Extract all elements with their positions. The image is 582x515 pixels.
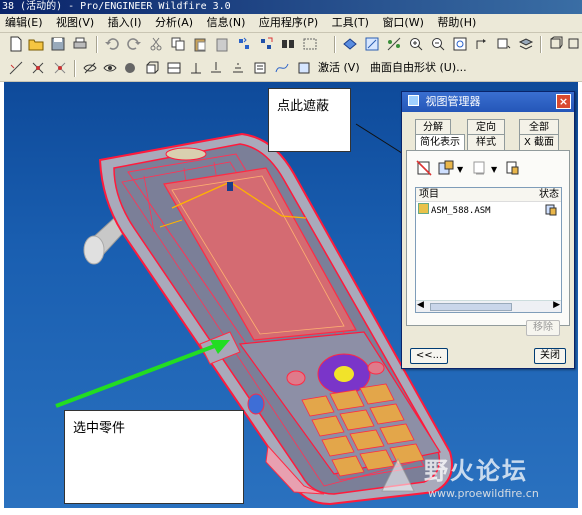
datum-plane-icon[interactable] — [8, 60, 24, 76]
shaded-icon[interactable] — [122, 60, 138, 76]
back-button[interactable]: <<... — [410, 348, 448, 364]
sketch-icon[interactable] — [364, 36, 380, 52]
column-item: 项目 — [419, 189, 439, 200]
regen-manager-icon[interactable] — [258, 36, 274, 52]
zoom-in-icon[interactable] — [408, 36, 424, 52]
blend-tool-label[interactable]: 激活 (V) — [318, 61, 360, 75]
tab-explode[interactable]: 分解 — [415, 119, 451, 135]
tab-simplified-rep[interactable]: 简化表示 — [415, 134, 465, 151]
paste-icon[interactable] — [192, 36, 208, 52]
view-manager-dialog: 视图管理器 × 分解 定向 全部 简化表示 样式 X 截面 ▼ ▼ 项目 状态 … — [401, 91, 575, 369]
menu-insert[interactable]: 插入(I) — [103, 14, 147, 32]
status-icon — [545, 204, 557, 216]
secondary-toolbar: 激活 (V) 曲面自由形状 (U)... — [0, 57, 582, 82]
scroll-thumb[interactable] — [430, 303, 512, 311]
axis-display-icon[interactable] — [188, 60, 204, 76]
new-rep-icon[interactable] — [415, 159, 433, 177]
menu-applications[interactable]: 应用程序(P) — [254, 14, 323, 32]
wireframe-icon[interactable] — [548, 36, 564, 52]
watermark-url: www.proewildfire.cn — [428, 487, 539, 500]
layers-icon[interactable] — [518, 36, 534, 52]
box-icon[interactable] — [144, 60, 160, 76]
main-toolbar — [0, 33, 582, 58]
surface-icon[interactable] — [296, 60, 312, 76]
annotation-display-icon[interactable] — [252, 60, 268, 76]
scroll-left-icon[interactable]: ◀ — [417, 300, 424, 310]
forum-watermark: 野火论坛 www.proewildfire.cn — [376, 449, 576, 507]
tab-xsection[interactable]: X 截面 — [519, 134, 559, 150]
tab-style[interactable]: 样式 — [467, 134, 505, 150]
remove-button[interactable]: 移除 — [526, 320, 560, 336]
cut-icon[interactable] — [148, 36, 164, 52]
refit-icon[interactable] — [452, 36, 468, 52]
eye-icon[interactable] — [102, 60, 118, 76]
menu-analysis[interactable]: 分析(A) — [150, 14, 198, 32]
curve-icon[interactable] — [274, 60, 290, 76]
column-status: 状态 — [539, 189, 559, 200]
edit-rep-icon[interactable] — [437, 159, 455, 177]
coordinate-sys-icon[interactable] — [52, 60, 68, 76]
new-file-icon[interactable] — [8, 36, 24, 52]
menu-view[interactable]: 视图(V) — [51, 14, 99, 32]
redo-icon[interactable] — [126, 36, 142, 52]
freeform-surface-label[interactable]: 曲面自由形状 (U)... — [370, 61, 467, 75]
hidden-line-icon[interactable] — [566, 36, 582, 52]
edit-dropdown-icon[interactable]: ▼ — [457, 165, 463, 174]
csys-display-icon[interactable] — [230, 60, 246, 76]
copy-icon[interactable] — [170, 36, 186, 52]
watermark-logo-icon — [381, 457, 415, 492]
menu-bar: 编辑(E) 视图(V) 插入(I) 分析(A) 信息(N) 应用程序(P) 工具… — [0, 14, 582, 33]
selection-box-icon[interactable] — [302, 36, 318, 52]
save-icon[interactable] — [50, 36, 66, 52]
regenerate-icon[interactable] — [236, 36, 252, 52]
hide-callout: 点此遮蔽 — [268, 88, 351, 152]
window-title: 38 (活动的) - Pro/ENGINEER Wildfire 3.0 — [0, 0, 582, 14]
options-dropdown-icon[interactable]: ▼ — [491, 165, 497, 174]
properties-icon[interactable] — [503, 159, 521, 177]
scroll-right-icon[interactable]: ▶ — [553, 300, 560, 310]
menu-edit[interactable]: 编辑(E) — [0, 14, 48, 32]
print-icon[interactable] — [72, 36, 88, 52]
open-folder-icon[interactable] — [28, 36, 44, 52]
menu-help[interactable]: 帮助(H) — [432, 14, 481, 32]
watermark-name: 野火论坛 — [424, 457, 528, 485]
dialog-title-bar: 视图管理器 × — [402, 92, 574, 112]
list-header: 项目 状态 — [416, 188, 561, 202]
reorient-icon[interactable] — [474, 36, 490, 52]
close-icon[interactable]: × — [556, 94, 571, 109]
options-icon[interactable] — [471, 159, 489, 177]
view-orient-icon[interactable] — [342, 36, 358, 52]
datum-point-icon[interactable] — [30, 60, 46, 76]
menu-window[interactable]: 窗口(W) — [377, 14, 428, 32]
list-item-name: ASM_588.ASM — [431, 206, 491, 216]
menu-tools[interactable]: 工具(T) — [327, 14, 374, 32]
find-icon[interactable] — [280, 36, 296, 52]
assembly-icon — [418, 203, 429, 214]
horizontal-scrollbar[interactable]: ◀ ▶ — [416, 300, 561, 312]
select-part-callout: 选中零件 — [64, 410, 244, 504]
menu-info[interactable]: 信息(N) — [202, 14, 251, 32]
list-item[interactable]: ASM_588.ASM — [418, 203, 491, 217]
close-button[interactable]: 关闭 — [534, 348, 566, 364]
datum-axis-icon[interactable] — [386, 36, 402, 52]
no-hidden-icon[interactable] — [82, 60, 98, 76]
zoom-out-icon[interactable] — [430, 36, 446, 52]
tab-orient[interactable]: 定向 — [467, 119, 505, 135]
plane-display-icon[interactable] — [166, 60, 182, 76]
tab-all[interactable]: 全部 — [519, 119, 559, 135]
dialog-title: 视图管理器 — [425, 95, 481, 108]
dialog-icon — [408, 95, 419, 106]
paste-special-icon[interactable] — [214, 36, 230, 52]
rep-list[interactable]: 项目 状态 ASM_588.ASM ◀ ▶ — [415, 187, 562, 313]
undo-icon[interactable] — [104, 36, 120, 52]
point-display-icon[interactable] — [208, 60, 224, 76]
saved-views-icon[interactable] — [496, 36, 512, 52]
